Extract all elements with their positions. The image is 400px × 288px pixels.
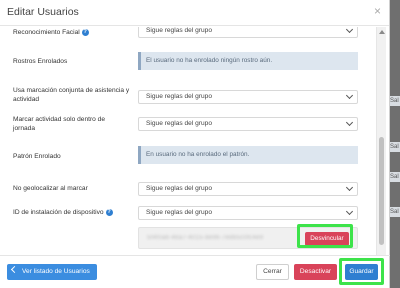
view-users-list-button[interactable]: Ver listado de Usuarios: [7, 264, 97, 280]
chevron-down-icon: [345, 207, 354, 216]
deactivate-button[interactable]: Desactivar: [294, 264, 337, 280]
faces-enrolled-label: Rostros Enrolados: [13, 58, 68, 65]
facial-recognition-label: Reconocimiento Facial?: [13, 28, 89, 36]
modal-scrollbar[interactable]: [376, 27, 386, 255]
no-geolocation-label: No geolocalizar al marcar: [13, 185, 88, 192]
device-id-label: ID de instalación de dispositivo?: [13, 208, 113, 216]
activity-in-shift-label: Marcar actividad solo dentro de jornada: [13, 116, 105, 132]
device-id-select[interactable]: Sigue reglas del grupo: [138, 206, 358, 220]
close-icon[interactable]: ×: [374, 4, 381, 18]
modal-footer: Ver listado de Usuarios Cerrar Desactiva…: [0, 255, 390, 288]
facial-recognition-select[interactable]: Sigue reglas del grupo: [138, 27, 358, 38]
activity-in-shift-select[interactable]: Sigue reglas del grupo: [138, 117, 358, 131]
scroll-thumb[interactable]: [379, 137, 384, 245]
chevron-down-icon: [345, 91, 354, 100]
pattern-enrolled-label: Patrón Enrolado: [13, 153, 61, 160]
unlink-highlight: [297, 224, 353, 248]
modal-title: Editar Usuarios: [7, 6, 79, 18]
pattern-enrolled-info: En usuario no ha enrolado el patrón.: [138, 146, 358, 164]
installation-id: 5f4f0a6-46a7-4015-8e96-7e8b5c0fc4e9: [147, 235, 264, 241]
faces-enrolled-info: El usuario no ha enrolado ningún rostro …: [138, 52, 358, 70]
chevron-left-icon: [10, 265, 19, 274]
modal-body: Reconocimiento Facial? Sigue reglas del …: [0, 27, 390, 255]
info-icon[interactable]: ?: [81, 28, 89, 36]
joint-mark-label: Usa marcación conjunta de asistencia y a…: [13, 87, 130, 103]
chevron-down-icon: [345, 183, 354, 192]
edit-users-modal: Editar Usuarios × Reconocimiento Facial?…: [0, 0, 390, 288]
no-geolocation-select[interactable]: Sigue reglas del grupo: [138, 182, 358, 196]
chevron-down-icon: [345, 118, 354, 127]
chevron-down-icon: [345, 27, 354, 34]
modal-header: Editar Usuarios ×: [0, 0, 389, 26]
scroll-up-arrow-icon[interactable]: [379, 30, 385, 34]
info-icon[interactable]: ?: [105, 208, 113, 216]
save-highlight: [339, 258, 384, 285]
joint-mark-select[interactable]: Sigue reglas del grupo: [138, 90, 358, 104]
close-button[interactable]: Cerrar: [256, 264, 289, 280]
